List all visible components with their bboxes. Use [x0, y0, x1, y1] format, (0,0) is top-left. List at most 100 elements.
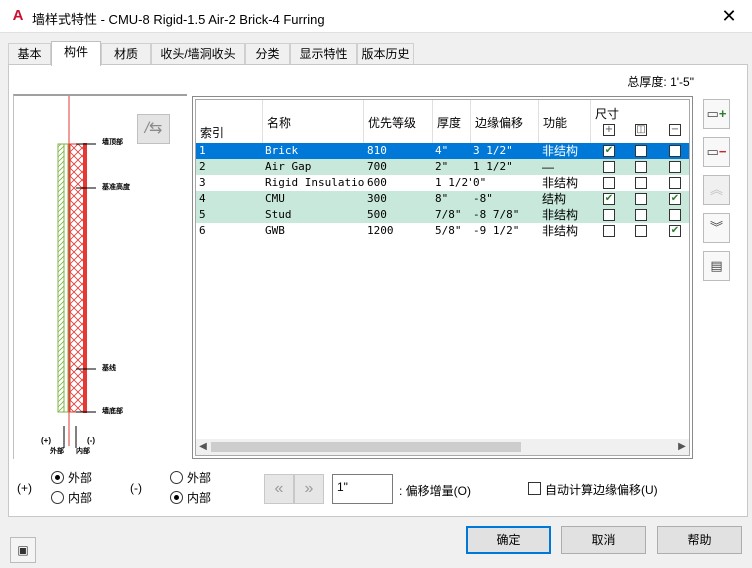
cell-function[interactable]: 结构 [542, 191, 590, 207]
cell-priority[interactable]: 500 [367, 207, 431, 223]
auto-offset-checkbox[interactable] [528, 482, 541, 495]
cell-name[interactable]: Air Gap [265, 159, 364, 175]
table-row[interactable]: 1 Brick 810 4" 3 1/2" 非结构 ✔ [196, 143, 689, 159]
tab-endcaps[interactable]: 收头/墙洞收头 [151, 43, 245, 65]
add-component-button[interactable]: ▭+ [703, 99, 730, 129]
dimension-checkbox[interactable] [635, 161, 647, 173]
header-thickness[interactable]: 厚度 [433, 100, 471, 143]
cell-priority[interactable]: 300 [367, 191, 431, 207]
close-button[interactable]: ✕ [706, 0, 752, 33]
cell-function[interactable]: 非结构 [542, 175, 590, 191]
header-edge-offset[interactable]: 边缘偏移 [471, 100, 539, 143]
cell-function[interactable]: 非结构 [542, 223, 590, 239]
dimension-checkbox[interactable] [669, 161, 681, 173]
dimension-checkbox[interactable]: ✔ [603, 145, 615, 157]
scroll-thumb[interactable] [211, 442, 521, 452]
cell-offset[interactable]: 1 1/2" [473, 159, 537, 175]
table-row[interactable]: 4 CMU 300 8" -8" 结构 ✔ ✔ [196, 191, 689, 207]
cell-name[interactable]: CMU [265, 191, 364, 207]
cell-index[interactable]: 2 [199, 159, 259, 175]
dimension-checkbox[interactable] [635, 225, 647, 237]
horizontal-scrollbar[interactable]: ◀ ▶ [196, 439, 689, 455]
cell-thickness[interactable]: 4" [435, 143, 471, 159]
tab-materials[interactable]: 材质 [101, 43, 151, 65]
dimension-checkbox[interactable] [669, 209, 681, 221]
cell-name[interactable]: Stud [265, 207, 364, 223]
cell-priority[interactable]: 700 [367, 159, 431, 175]
cell-thickness[interactable]: 7/8" [435, 207, 471, 223]
dimension-checkbox[interactable] [635, 145, 647, 157]
dimension-checkbox[interactable] [635, 209, 647, 221]
cell-offset[interactable]: -8 7/8" [473, 207, 537, 223]
cell-index[interactable]: 6 [199, 223, 259, 239]
dimension-checkbox[interactable] [669, 145, 681, 157]
dimension-checkbox[interactable] [635, 177, 647, 189]
cell-thickness[interactable]: 8" [435, 191, 471, 207]
cell-priority[interactable]: 1200 [367, 223, 431, 239]
cell-name[interactable]: GWB [265, 223, 364, 239]
cell-offset[interactable]: 0" [473, 175, 537, 191]
cancel-button[interactable]: 取消 [561, 526, 646, 554]
table-row[interactable]: 5 Stud 500 7/8" -8 7/8" 非结构 [196, 207, 689, 223]
cell-function[interactable]: 非结构 [542, 207, 590, 223]
ok-button[interactable]: 确定 [466, 526, 551, 554]
decrease-offset-button[interactable]: « [264, 474, 294, 504]
header-dimension[interactable]: 尺寸 + ◫ − [591, 100, 691, 143]
tab-display-properties[interactable]: 显示特性 [290, 43, 357, 65]
auto-offset-label[interactable]: 自动计算边缘偏移(U) [545, 481, 658, 498]
cell-thickness[interactable]: 5/8" [435, 223, 471, 239]
increase-offset-button[interactable]: » [294, 474, 324, 504]
dimension-checkbox[interactable] [603, 177, 615, 189]
cell-function[interactable]: — [542, 159, 590, 175]
cell-priority[interactable]: 810 [367, 143, 431, 159]
cell-offset[interactable]: -8" [473, 191, 537, 207]
dimension-checkbox[interactable] [669, 177, 681, 189]
cell-name[interactable]: Rigid Insulation [265, 175, 364, 191]
cell-index[interactable]: 4 [199, 191, 259, 207]
table-row[interactable]: 3 Rigid Insulation 600 1 1/2" 0" 非结构 [196, 175, 689, 191]
dimension-checkbox[interactable]: ✔ [669, 225, 681, 237]
scroll-left-icon[interactable]: ◀ [196, 439, 210, 455]
dimension-checkbox[interactable] [635, 193, 647, 205]
header-index[interactable]: 索引 [196, 100, 263, 143]
tab-classification[interactable]: 分类 [245, 43, 290, 65]
tab-bar: 基本 构件 材质 收头/墙洞收头 分类 显示特性 版本历史 [8, 41, 748, 66]
cell-offset[interactable]: -9 1/2" [473, 223, 537, 239]
cell-thickness[interactable]: 1 1/2" [435, 175, 471, 191]
tab-basic[interactable]: 基本 [8, 43, 51, 65]
header-function[interactable]: 功能 [539, 100, 591, 143]
cell-thickness[interactable]: 2" [435, 159, 471, 175]
offset-increment-input[interactable]: 1" [332, 474, 393, 504]
scroll-right-icon[interactable]: ▶ [675, 439, 689, 455]
cell-function[interactable]: 非结构 [542, 143, 590, 159]
cell-index[interactable]: 3 [199, 175, 259, 191]
positive-interior-radio[interactable]: 内部 [51, 490, 101, 506]
cell-name[interactable]: Brick [265, 143, 364, 159]
dimension-checkbox[interactable]: ✔ [669, 193, 681, 205]
move-up-button[interactable]: ︽ [703, 175, 730, 205]
remove-component-button[interactable]: ▭− [703, 137, 730, 167]
negative-interior-radio[interactable]: 内部 [170, 490, 220, 506]
wall-section-drawing [57, 96, 96, 448]
tab-components[interactable]: 构件 [51, 41, 101, 66]
cell-offset[interactable]: 3 1/2" [473, 143, 537, 159]
component-list-button[interactable]: ▤ [703, 251, 730, 281]
dimension-checkbox[interactable]: ✔ [603, 193, 615, 205]
flip-preview-button[interactable]: /⇆ [137, 114, 170, 144]
header-priority[interactable]: 优先等级 [364, 100, 433, 143]
negative-exterior-radio[interactable]: 外部 [170, 470, 220, 486]
move-down-button[interactable]: ︾ [703, 213, 730, 243]
tab-version-history[interactable]: 版本历史 [357, 43, 414, 65]
positive-exterior-radio[interactable]: 外部 [51, 470, 101, 486]
dimension-checkbox[interactable] [603, 225, 615, 237]
cell-index[interactable]: 5 [199, 207, 259, 223]
info-icon[interactable]: ▣ [10, 537, 36, 563]
cell-index[interactable]: 1 [199, 143, 259, 159]
dimension-checkbox[interactable] [603, 161, 615, 173]
dimension-checkbox[interactable] [603, 209, 615, 221]
header-name[interactable]: 名称 [263, 100, 364, 143]
table-row[interactable]: 2 Air Gap 700 2" 1 1/2" — [196, 159, 689, 175]
table-row[interactable]: 6 GWB 1200 5/8" -9 1/2" 非结构 ✔ [196, 223, 689, 239]
help-button[interactable]: 帮助 [657, 526, 742, 554]
cell-priority[interactable]: 600 [367, 175, 431, 191]
